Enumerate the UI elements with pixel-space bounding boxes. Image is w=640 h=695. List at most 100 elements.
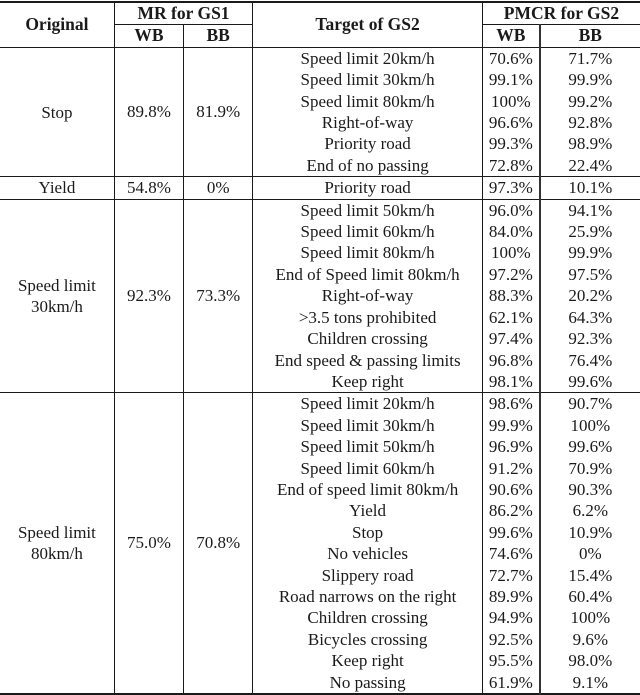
pmcr-wb-cell: 99.6% xyxy=(481,521,540,544)
pmcr-bb-cell: 92.8% xyxy=(538,112,640,134)
mr-bb-cell: 81.9% xyxy=(183,47,253,177)
original-cell: Yield xyxy=(38,178,76,198)
target-name-cell: Yield xyxy=(252,500,483,522)
target-name-cell: Slippery road xyxy=(252,564,483,586)
target-name-cell: Speed limit 50km/h xyxy=(252,436,483,458)
pmcr-bb-cell: 99.9% xyxy=(538,242,640,264)
target-name-cell: Speed limit 60km/h xyxy=(252,457,483,479)
target-name-cell: Right-of-way xyxy=(252,112,483,134)
pmcr-wb-cell: 74.6% xyxy=(481,543,540,565)
pmcr-bb-cell: 90.3% xyxy=(538,478,640,501)
pmcr-wb-cell: 100% xyxy=(481,90,540,113)
pmcr-bb-cell: 15.4% xyxy=(538,564,640,586)
target-name-cell: Speed limit 80km/h xyxy=(252,90,483,113)
header-original: Original xyxy=(0,2,115,48)
target-name-cell: Speed limit 20km/h xyxy=(252,392,483,415)
pmcr-wb-cell: 97.2% xyxy=(481,263,540,286)
pmcr-bb-cell: 94.1% xyxy=(538,199,640,222)
table-body: Stop 89.8% 81.9% Speed limit 20km/h 70.6% 71.… xyxy=(0,47,640,695)
results-table: Original MR for GS1 Target of GS2 PMCR f… xyxy=(0,1,640,695)
header-mr-wb: WB xyxy=(113,24,184,48)
original-line: 80km/h xyxy=(30,544,83,564)
pmcr-bb-cell: 99.9% xyxy=(538,69,640,91)
pmcr-wb-cell: 96.8% xyxy=(481,349,540,371)
pmcr-wb-cell: 72.7% xyxy=(481,564,540,586)
pmcr-bb-cell: 71.7% xyxy=(538,47,640,70)
target-name-cell: Priority road xyxy=(252,176,483,200)
mr-wb-cell: 54.8% xyxy=(113,176,184,200)
pmcr-wb-cell: 97.3% xyxy=(481,176,540,200)
target-name-cell: Road narrows on the right xyxy=(252,585,483,608)
pmcr-wb-cell: 91.2% xyxy=(481,457,540,479)
target-name-cell: Keep right xyxy=(252,650,483,672)
pmcr-bb-cell: 98.0% xyxy=(538,650,640,672)
pmcr-wb-cell: 92.5% xyxy=(481,628,540,651)
mr-bb-cell: 73.3% xyxy=(183,199,253,393)
pmcr-bb-cell: 99.6% xyxy=(538,436,640,458)
header-mr-gs1: MR for GS1 xyxy=(113,2,253,25)
original-cell: Speed limit 30km/h xyxy=(0,199,114,393)
pmcr-bb-cell: 60.4% xyxy=(538,585,640,608)
pmcr-bb-cell: 99.2% xyxy=(538,90,640,113)
pmcr-wb-cell: 96.9% xyxy=(481,436,540,458)
original-line: Speed limit xyxy=(17,275,96,295)
mr-wb-cell: 89.8% xyxy=(113,47,184,177)
target-name-cell: Stop xyxy=(252,521,483,544)
pmcr-wb-cell: 100% xyxy=(481,242,540,264)
target-name-cell: Speed limit 60km/h xyxy=(252,221,483,243)
pmcr-wb-cell: 98.6% xyxy=(481,392,540,415)
mr-wb-cell: 92.3% xyxy=(113,199,184,393)
mr-bb-cell: 70.8% xyxy=(183,392,253,695)
target-name-cell: Speed limit 30km/h xyxy=(252,414,483,437)
pmcr-bb-cell: 20.2% xyxy=(538,285,640,307)
pmcr-bb-cell: 90.7% xyxy=(538,392,640,415)
pmcr-bb-cell: 100% xyxy=(538,414,640,437)
pmcr-bb-cell: 100% xyxy=(538,607,640,629)
target-name-cell: Children crossing xyxy=(252,607,483,629)
pmcr-wb-cell: 96.6% xyxy=(481,112,540,134)
pmcr-wb-cell: 98.1% xyxy=(481,370,540,393)
pmcr-wb-cell: 84.0% xyxy=(481,221,540,243)
pmcr-bb-cell: 6.2% xyxy=(538,500,640,522)
pmcr-bb-cell: 70.9% xyxy=(538,457,640,479)
target-name-cell: Speed limit 30km/h xyxy=(252,69,483,91)
target-name-cell: Right-of-way xyxy=(252,285,483,307)
table-header: Original MR for GS1 Target of GS2 PMCR f… xyxy=(0,2,640,48)
pmcr-wb-cell: 70.6% xyxy=(481,47,540,70)
pmcr-bb-cell: 64.3% xyxy=(538,306,640,329)
table-row: Speed limit 30km/h 92.3% 73.3% Speed limit 5… xyxy=(0,199,640,393)
target-name-cell: >3.5 tons prohibited xyxy=(252,306,483,329)
pmcr-wb-cell: 97.4% xyxy=(481,328,540,350)
pmcr-bb-cell: 25.9% xyxy=(538,221,640,243)
target-name-cell: End speed & passing limits xyxy=(252,349,483,371)
pmcr-bb-cell: 9.6% xyxy=(538,628,640,651)
target-name-cell: No passing xyxy=(252,671,483,694)
header-pmcr-bb: BB xyxy=(538,24,640,48)
original-cell: Stop xyxy=(41,102,73,122)
pmcr-wb-cell: 62.1% xyxy=(481,306,540,329)
pmcr-bb-cell: 0% xyxy=(538,543,640,565)
target-name-cell: Priority road xyxy=(252,133,483,155)
target-name-cell: Speed limit 20km/h xyxy=(252,47,483,70)
pmcr-bb-cell: 76.4% xyxy=(538,349,640,371)
pmcr-wb-cell: 86.2% xyxy=(481,500,540,522)
target-name-cell: Bicycles crossing xyxy=(252,628,483,651)
mr-wb-cell: 75.0% xyxy=(113,392,184,695)
target-name-cell: End of speed limit 80km/h xyxy=(252,478,483,501)
table-row: Yield 54.8% 0% Priority road 97.3% 10.1% xyxy=(0,176,640,200)
original-line: Speed limit xyxy=(17,523,96,543)
pmcr-wb-cell: 89.9% xyxy=(481,585,540,608)
mr-bb-cell: 0% xyxy=(183,176,253,200)
pmcr-wb-cell: 61.9% xyxy=(481,671,540,694)
header-mr-bb: BB xyxy=(183,24,253,48)
pmcr-wb-cell: 99.3% xyxy=(481,133,540,155)
pmcr-bb-cell: 98.9% xyxy=(538,133,640,155)
target-name-cell: Children crossing xyxy=(252,328,483,350)
pmcr-wb-cell: 96.0% xyxy=(481,199,540,222)
pmcr-wb-cell: 72.8% xyxy=(481,154,540,177)
pmcr-bb-cell: 10.9% xyxy=(538,521,640,544)
target-name-cell: Speed limit 80km/h xyxy=(252,242,483,264)
pmcr-bb-cell: 10.1% xyxy=(538,176,640,200)
pmcr-bb-cell: 99.6% xyxy=(538,370,640,393)
header-target-gs2: Target of GS2 xyxy=(252,2,483,48)
